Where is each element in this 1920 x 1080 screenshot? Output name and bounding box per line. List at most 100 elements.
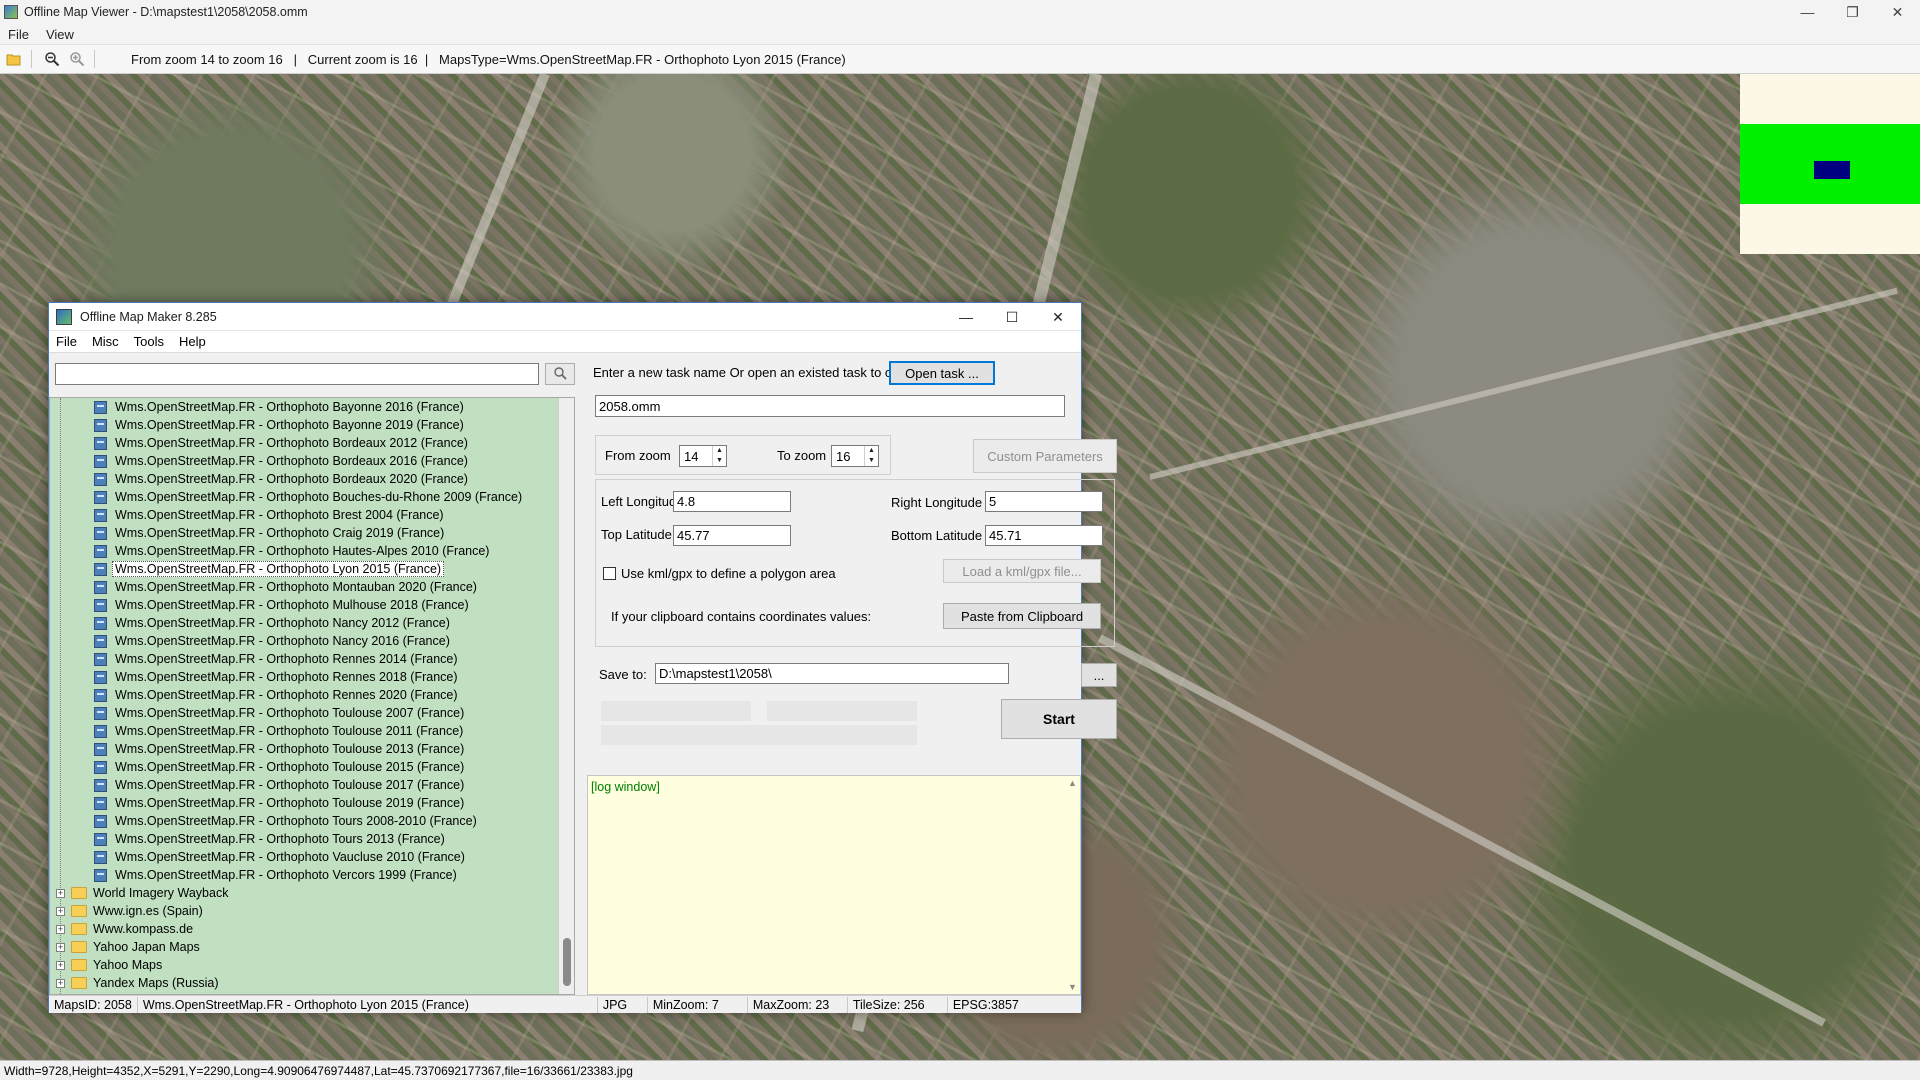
tree-item-map-source[interactable]: Wms.OpenStreetMap.FR - Orthophoto Toulou…: [94, 794, 467, 812]
tree-scrollbar[interactable]: [558, 398, 574, 994]
tree-item-map-source[interactable]: Wms.OpenStreetMap.FR - Orthophoto Rennes…: [94, 668, 461, 686]
tree-item-map-source[interactable]: Wms.OpenStreetMap.FR - Orthophoto Montau…: [94, 578, 480, 596]
search-input[interactable]: [55, 363, 539, 385]
right-longitude-label: Right Longitude: [891, 495, 983, 510]
browse-folder-button[interactable]: ...: [1081, 663, 1117, 687]
expand-icon[interactable]: +: [56, 924, 65, 934]
map-source-icon: [94, 598, 107, 612]
tree-folder[interactable]: + Www.ign.es (Spain): [56, 902, 203, 920]
expand-icon[interactable]: +: [56, 888, 65, 898]
tree-item-map-source[interactable]: Wms.OpenStreetMap.FR - Orthophoto Vauclu…: [94, 848, 468, 866]
tree-folder[interactable]: + Yandex Maps (Russia): [56, 974, 219, 992]
map-source-tree[interactable]: Wms.OpenStreetMap.FR - Orthophoto Bayonn…: [49, 397, 575, 995]
tree-item-map-source[interactable]: Wms.OpenStreetMap.FR - Orthophoto Rennes…: [94, 650, 461, 668]
tree-folder-label: Www.ign.es (Spain): [93, 904, 203, 918]
expand-icon[interactable]: +: [56, 978, 65, 988]
menu-view[interactable]: View: [38, 27, 83, 42]
dialog-maximize-button[interactable]: ☐: [989, 303, 1035, 331]
app-toolbar: From zoom 14 to zoom 16 | Current zoom i…: [0, 44, 1920, 74]
minimize-button[interactable]: —: [1785, 0, 1830, 24]
expand-icon[interactable]: +: [56, 906, 65, 916]
tree-item-label: Wms.OpenStreetMap.FR - Orthophoto Bayonn…: [115, 400, 464, 414]
top-latitude-label: Top Latitude: [601, 527, 672, 542]
tree-item-label: Wms.OpenStreetMap.FR - Orthophoto Nancy …: [115, 634, 450, 648]
load-kml-button[interactable]: Load a kml/gpx file...: [943, 559, 1101, 583]
tree-item-map-source[interactable]: Wms.OpenStreetMap.FR - Orthophoto Toulou…: [94, 776, 467, 794]
spin-up-icon[interactable]: ▲: [713, 446, 726, 456]
tree-item-map-source[interactable]: Wms.OpenStreetMap.FR - Orthophoto Brest …: [94, 506, 447, 524]
tree-folder[interactable]: + World Imagery Wayback: [56, 884, 228, 902]
tree-folder[interactable]: + Www.kompass.de: [56, 920, 193, 938]
left-longitude-field[interactable]: [673, 491, 791, 512]
tree-item-map-source[interactable]: Wms.OpenStreetMap.FR - Orthophoto Vercor…: [94, 866, 460, 884]
tree-item-map-source[interactable]: Wms.OpenStreetMap.FR - Orthophoto Tours …: [94, 812, 480, 830]
scroll-down-icon[interactable]: ▼: [1068, 982, 1077, 992]
paste-from-clipboard-button[interactable]: Paste from Clipboard: [943, 603, 1101, 629]
tree-folder[interactable]: + Yahoo Japan Maps: [56, 938, 200, 956]
app-titlebar: Offline Map Viewer - D:\mapstest1\2058\2…: [0, 0, 1920, 24]
bottom-status-bar: Width=9728,Height=4352,X=5291,Y=2290,Lon…: [0, 1060, 1920, 1080]
tree-item-map-source[interactable]: Wms.OpenStreetMap.FR - Orthophoto Hautes…: [94, 542, 492, 560]
tree-item-label: Wms.OpenStreetMap.FR - Orthophoto Toulou…: [115, 778, 465, 792]
tree-item-map-source[interactable]: Wms.OpenStreetMap.FR - Orthophoto Rennes…: [94, 686, 461, 704]
search-button[interactable]: [545, 363, 575, 385]
search-icon: [553, 366, 567, 383]
spin-down-icon[interactable]: ▼: [865, 456, 878, 466]
dialog-menu-misc[interactable]: Misc: [85, 334, 127, 349]
spin-down-icon[interactable]: ▼: [713, 456, 726, 466]
minimap-viewport-indicator[interactable]: [1814, 161, 1850, 179]
tree-item-label: Wms.OpenStreetMap.FR - Orthophoto Mulhou…: [115, 598, 469, 612]
tree-item-map-source[interactable]: Wms.OpenStreetMap.FR - Orthophoto Bouche…: [94, 488, 525, 506]
tree-item-map-source[interactable]: Wms.OpenStreetMap.FR - Orthophoto Bordea…: [94, 452, 471, 470]
tree-item-map-source[interactable]: Wms.OpenStreetMap.FR - Orthophoto Bayonn…: [94, 398, 467, 416]
tree-item-map-source[interactable]: Wms.OpenStreetMap.FR - Orthophoto Toulou…: [94, 704, 467, 722]
bottom-latitude-field[interactable]: [985, 525, 1103, 546]
tree-item-map-source[interactable]: Wms.OpenStreetMap.FR - Orthophoto Craig …: [94, 524, 447, 542]
close-button[interactable]: ✕: [1875, 0, 1920, 24]
start-button[interactable]: Start: [1001, 699, 1117, 739]
log-window[interactable]: [log window] ▲ ▼: [587, 775, 1081, 995]
tree-item-map-source[interactable]: Wms.OpenStreetMap.FR - Orthophoto Lyon 2…: [94, 560, 445, 578]
tree-item-label: Wms.OpenStreetMap.FR - Orthophoto Toulou…: [115, 724, 464, 738]
tree-item-map-source[interactable]: Wms.OpenStreetMap.FR - Orthophoto Tours …: [94, 830, 448, 848]
maximize-button[interactable]: ❐: [1830, 0, 1875, 24]
dialog-close-button[interactable]: ✕: [1035, 303, 1081, 331]
dialog-menu-file[interactable]: File: [49, 334, 85, 349]
top-latitude-field[interactable]: [673, 525, 791, 546]
tree-item-map-source[interactable]: Wms.OpenStreetMap.FR - Orthophoto Mulhou…: [94, 596, 472, 614]
scroll-up-icon[interactable]: ▲: [1068, 778, 1077, 788]
map-road: [1098, 634, 1826, 1027]
right-longitude-field[interactable]: [985, 491, 1103, 512]
dialog-minimize-button[interactable]: —: [943, 303, 989, 331]
map-source-icon: [94, 526, 107, 540]
open-folder-icon[interactable]: [3, 48, 25, 70]
log-scrollbar[interactable]: ▲ ▼: [1066, 776, 1080, 994]
dialog-menu-tools[interactable]: Tools: [127, 334, 172, 349]
left-longitude-label: Left Longitude: [601, 494, 684, 509]
task-name-field[interactable]: [595, 395, 1065, 417]
tree-item-map-source[interactable]: Wms.OpenStreetMap.FR - Orthophoto Nancy …: [94, 614, 453, 632]
menu-file[interactable]: File: [0, 27, 38, 42]
expand-icon[interactable]: +: [56, 942, 65, 952]
custom-parameters-button[interactable]: Custom Parameters: [973, 439, 1117, 473]
dialog-menu-help[interactable]: Help: [172, 334, 214, 349]
tree-item-map-source[interactable]: Wms.OpenStreetMap.FR - Orthophoto Bordea…: [94, 434, 471, 452]
tree-item-map-source[interactable]: Wms.OpenStreetMap.FR - Orthophoto Bayonn…: [94, 416, 467, 434]
tree-item-map-source[interactable]: Wms.OpenStreetMap.FR - Orthophoto Nancy …: [94, 632, 453, 650]
open-task-button[interactable]: Open task ...: [889, 361, 995, 385]
tree-scrollbar-thumb[interactable]: [563, 938, 571, 986]
zoom-in-icon[interactable]: [66, 48, 88, 70]
use-kml-checkbox[interactable]: [603, 567, 616, 580]
expand-icon[interactable]: +: [56, 960, 65, 970]
tree-item-map-source[interactable]: Wms.OpenStreetMap.FR - Orthophoto Toulou…: [94, 740, 467, 758]
overview-minimap[interactable]: [1740, 74, 1920, 254]
save-to-field[interactable]: [655, 663, 1009, 684]
tree-item-map-source[interactable]: Wms.OpenStreetMap.FR - Orthophoto Toulou…: [94, 722, 466, 740]
tree-folder[interactable]: + Yahoo Maps: [56, 956, 162, 974]
zoom-out-icon[interactable]: [41, 48, 63, 70]
to-zoom-stepper[interactable]: 16 ▲ ▼: [831, 445, 879, 467]
tree-item-map-source[interactable]: Wms.OpenStreetMap.FR - Orthophoto Toulou…: [94, 758, 467, 776]
tree-item-map-source[interactable]: Wms.OpenStreetMap.FR - Orthophoto Bordea…: [94, 470, 471, 488]
from-zoom-stepper[interactable]: 14 ▲ ▼: [679, 445, 727, 467]
spin-up-icon[interactable]: ▲: [865, 446, 878, 456]
